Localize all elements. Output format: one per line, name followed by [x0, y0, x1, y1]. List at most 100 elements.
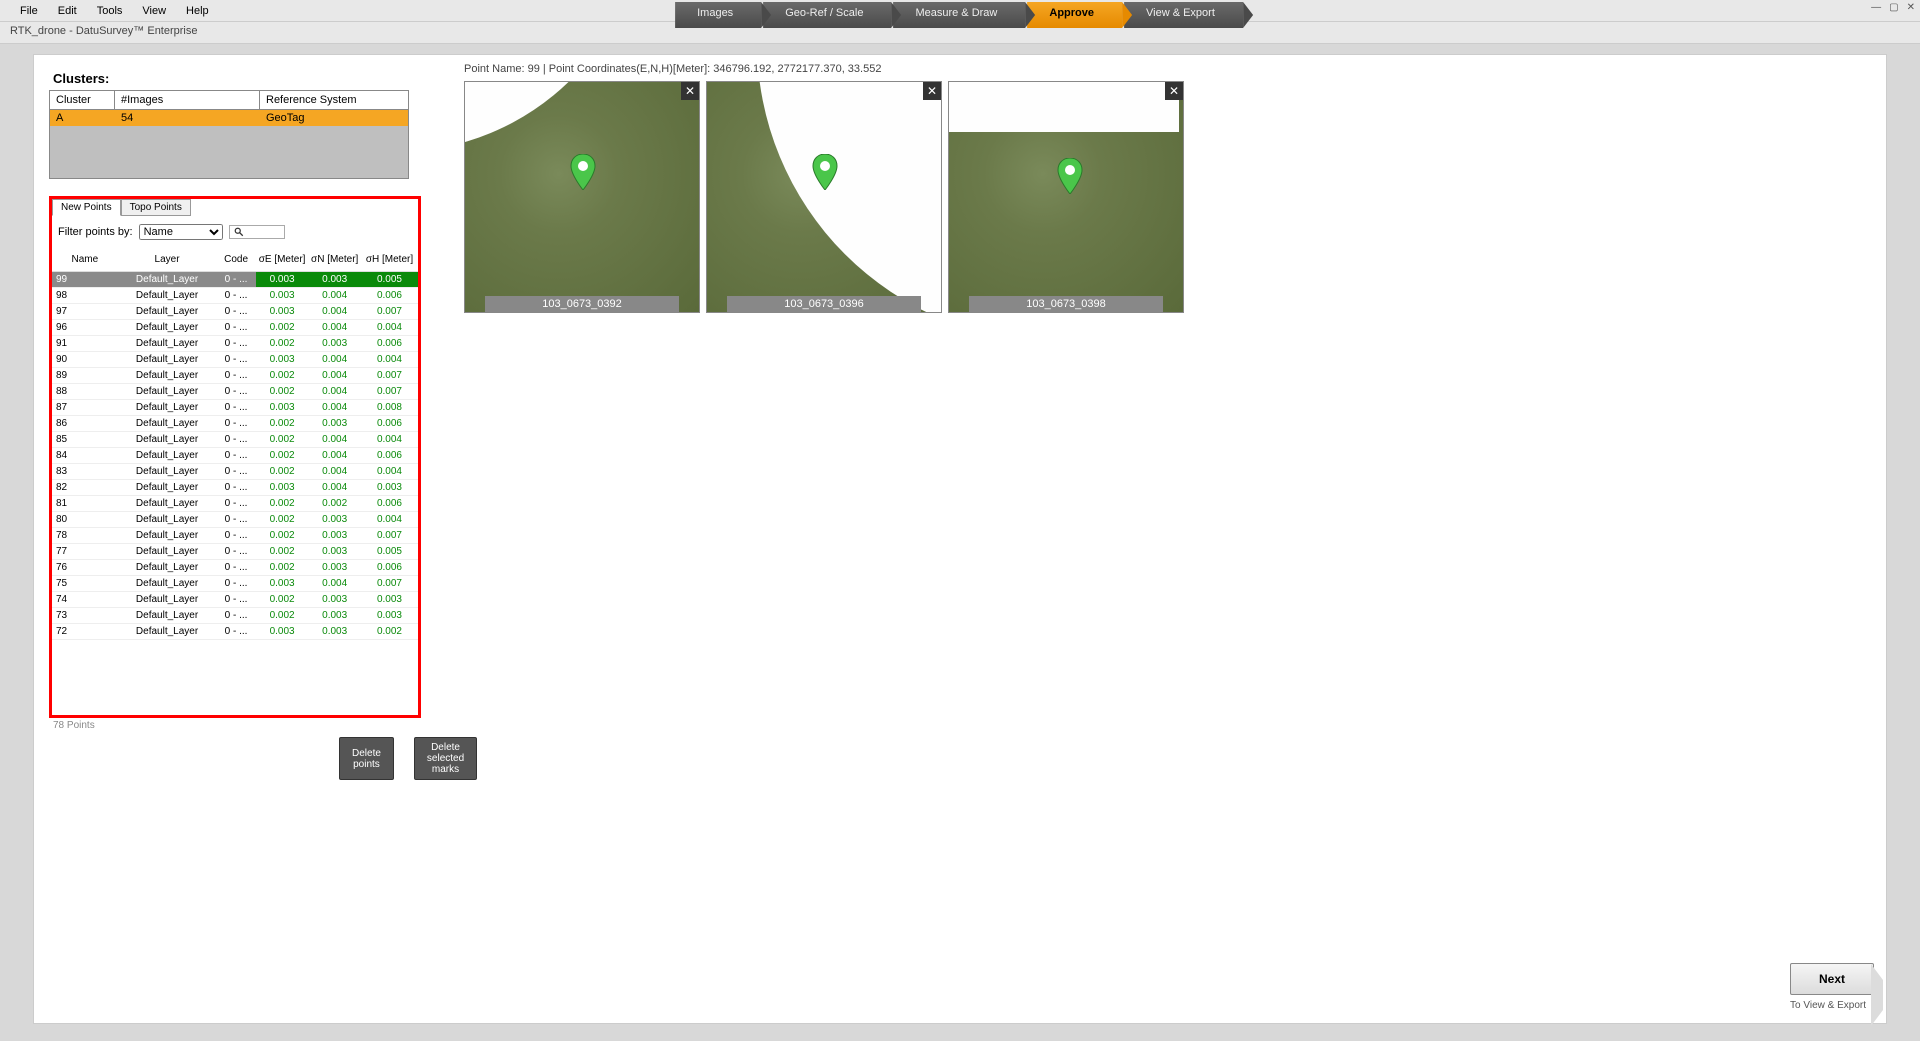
cell-sigma-n: 0.003 [308, 544, 361, 560]
points-count-label: 78 Points [49, 718, 459, 733]
search-input[interactable] [229, 225, 285, 239]
cell-layer: Default_Layer [118, 512, 217, 528]
cell-code: 0 - ... [216, 464, 255, 480]
cell-sigma-e: 0.003 [256, 272, 309, 288]
col-sigma-h[interactable]: σH [Meter] [361, 248, 418, 272]
close-thumb-icon[interactable]: ✕ [1165, 82, 1183, 100]
menu-edit[interactable]: Edit [48, 2, 87, 20]
table-row[interactable]: 99Default_Layer0 - ...0.0030.0030.005 [52, 272, 418, 288]
menu-view[interactable]: View [132, 2, 176, 20]
cell-name: 78 [52, 528, 118, 544]
col-sigma-e[interactable]: σE [Meter] [256, 248, 309, 272]
table-row[interactable]: 91Default_Layer0 - ...0.0020.0030.006 [52, 336, 418, 352]
table-row[interactable]: 80Default_Layer0 - ...0.0020.0030.004 [52, 512, 418, 528]
table-row[interactable]: 88Default_Layer0 - ...0.0020.0040.007 [52, 384, 418, 400]
points-tabs: New Points Topo Points [52, 199, 418, 216]
map-pin-icon [1057, 158, 1083, 194]
minimize-icon[interactable]: — [1871, 2, 1881, 13]
clusters-header-cluster[interactable]: Cluster [50, 91, 115, 109]
table-row[interactable]: 87Default_Layer0 - ...0.0030.0040.008 [52, 400, 418, 416]
step-georef[interactable]: Geo-Ref / Scale [763, 2, 891, 28]
menu-file[interactable]: File [10, 2, 48, 20]
menu-help[interactable]: Help [176, 2, 219, 20]
clusters-header-ref[interactable]: Reference System [260, 91, 408, 109]
cell-layer: Default_Layer [118, 368, 217, 384]
cell-sigma-e: 0.002 [256, 368, 309, 384]
step-measure[interactable]: Measure & Draw [893, 2, 1025, 28]
cell-layer: Default_Layer [118, 608, 217, 624]
workflow-stepper: Images Geo-Ref / Scale Measure & Draw Ap… [675, 2, 1245, 28]
table-row[interactable]: 81Default_Layer0 - ...0.0020.0020.006 [52, 496, 418, 512]
cell-layer: Default_Layer [118, 304, 217, 320]
table-row[interactable]: 90Default_Layer0 - ...0.0030.0040.004 [52, 352, 418, 368]
table-row[interactable]: 75Default_Layer0 - ...0.0030.0040.007 [52, 576, 418, 592]
table-row[interactable]: 73Default_Layer0 - ...0.0020.0030.003 [52, 608, 418, 624]
map-pin-icon [812, 154, 838, 190]
table-row[interactable]: 76Default_Layer0 - ...0.0020.0030.006 [52, 560, 418, 576]
table-row[interactable]: 86Default_Layer0 - ...0.0020.0030.006 [52, 416, 418, 432]
menu-tools[interactable]: Tools [87, 2, 133, 20]
cell-sigma-e: 0.002 [256, 528, 309, 544]
table-row[interactable]: 85Default_Layer0 - ...0.0020.0040.004 [52, 432, 418, 448]
col-name[interactable]: Name [52, 248, 118, 272]
thumbnail-1[interactable]: ✕ 103_0673_0396 [706, 81, 942, 313]
delete-points-button[interactable]: Delete points [339, 737, 394, 780]
cell-sigma-e: 0.003 [256, 576, 309, 592]
step-images[interactable]: Images [675, 2, 761, 28]
aerial-image [707, 82, 941, 312]
close-thumb-icon[interactable]: ✕ [923, 82, 941, 100]
table-row[interactable]: 96Default_Layer0 - ...0.0020.0040.004 [52, 320, 418, 336]
points-table-scroll[interactable]: Name Layer Code σE [Meter] σN [Meter] σH… [52, 248, 418, 710]
step-viewexport[interactable]: View & Export [1124, 2, 1243, 28]
cell-layer: Default_Layer [118, 400, 217, 416]
cell-layer: Default_Layer [118, 576, 217, 592]
tab-topo-points[interactable]: Topo Points [121, 199, 191, 216]
cell-name: 72 [52, 624, 118, 640]
table-row[interactable]: 72Default_Layer0 - ...0.0030.0030.002 [52, 624, 418, 640]
cell-layer: Default_Layer [118, 336, 217, 352]
table-row[interactable]: 98Default_Layer0 - ...0.0030.0040.006 [52, 288, 418, 304]
cell-sigma-h: 0.006 [361, 416, 418, 432]
cell-sigma-n: 0.004 [308, 368, 361, 384]
delete-marks-button[interactable]: Delete selected marks [414, 737, 477, 780]
table-row[interactable]: 89Default_Layer0 - ...0.0020.0040.007 [52, 368, 418, 384]
tab-new-points[interactable]: New Points [52, 199, 121, 216]
cell-sigma-e: 0.003 [256, 400, 309, 416]
table-row[interactable]: 74Default_Layer0 - ...0.0020.0030.003 [52, 592, 418, 608]
next-button[interactable]: Next [1790, 963, 1874, 995]
col-code[interactable]: Code [216, 248, 255, 272]
filter-select[interactable]: Name [139, 224, 223, 240]
cell-sigma-e: 0.002 [256, 432, 309, 448]
table-row[interactable]: 97Default_Layer0 - ...0.0030.0040.007 [52, 304, 418, 320]
cell-sigma-n: 0.003 [308, 528, 361, 544]
clusters-header-images[interactable]: #Images [115, 91, 260, 109]
cell-sigma-h: 0.006 [361, 288, 418, 304]
close-thumb-icon[interactable]: ✕ [681, 82, 699, 100]
cell-name: 97 [52, 304, 118, 320]
point-info-label: Point Name: 99 | Point Coordinates(E,N,H… [464, 63, 1876, 75]
cell-sigma-h: 0.007 [361, 576, 418, 592]
clusters-row-selected[interactable]: A 54 GeoTag [50, 110, 408, 126]
cell-layer: Default_Layer [118, 288, 217, 304]
maximize-icon[interactable]: ▢ [1889, 2, 1898, 13]
table-row[interactable]: 84Default_Layer0 - ...0.0020.0040.006 [52, 448, 418, 464]
cell-name: 75 [52, 576, 118, 592]
col-sigma-n[interactable]: σN [Meter] [308, 248, 361, 272]
thumbnail-2[interactable]: ✕ 103_0673_0398 [948, 81, 1184, 313]
close-icon[interactable]: ✕ [1907, 2, 1915, 13]
table-row[interactable]: 82Default_Layer0 - ...0.0030.0040.003 [52, 480, 418, 496]
cell-sigma-n: 0.004 [308, 384, 361, 400]
table-row[interactable]: 77Default_Layer0 - ...0.0020.0030.005 [52, 544, 418, 560]
table-row[interactable]: 78Default_Layer0 - ...0.0020.0030.007 [52, 528, 418, 544]
cell-sigma-n: 0.004 [308, 576, 361, 592]
cell-sigma-h: 0.007 [361, 368, 418, 384]
cell-sigma-h: 0.003 [361, 592, 418, 608]
cell-code: 0 - ... [216, 544, 255, 560]
thumbnail-0[interactable]: ✕ 103_0673_0392 [464, 81, 700, 313]
cell-sigma-e: 0.003 [256, 480, 309, 496]
step-approve[interactable]: Approve [1027, 2, 1122, 28]
col-layer[interactable]: Layer [118, 248, 217, 272]
table-row[interactable]: 83Default_Layer0 - ...0.0020.0040.004 [52, 464, 418, 480]
cell-code: 0 - ... [216, 496, 255, 512]
cell-sigma-e: 0.002 [256, 320, 309, 336]
